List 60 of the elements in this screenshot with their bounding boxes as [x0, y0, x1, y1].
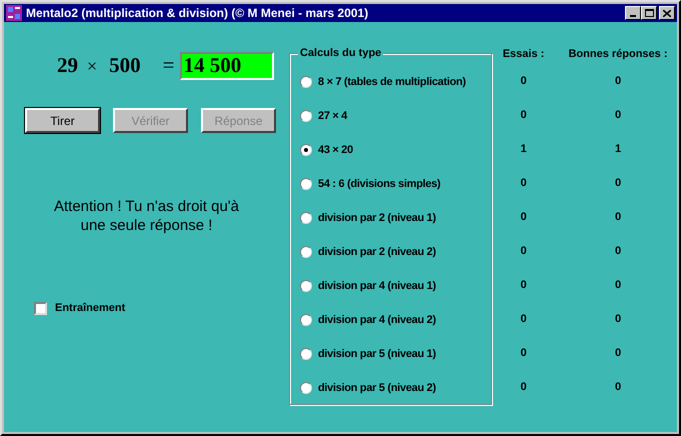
correct-count: 0 — [614, 346, 622, 361]
column-header: Bonnes réponses : — [567, 47, 669, 62]
correct-count: 0 — [614, 278, 622, 293]
radio-option[interactable]: division par 2 (niveau 2) — [300, 235, 436, 269]
radio-option[interactable]: division par 2 (niveau 1) — [300, 201, 436, 235]
tries-count: 0 — [519, 74, 528, 89]
operand: 29 — [57, 52, 78, 80]
correct-count: 0 — [614, 312, 622, 327]
radio-button[interactable] — [300, 246, 312, 258]
radio-option[interactable]: 8 × 7 (tables de multiplication) — [300, 65, 466, 99]
window-title: Mentalo2 (multiplication & division) (© M Menei - mars 2001) — [26, 5, 370, 22]
radio-button[interactable] — [300, 280, 312, 292]
operand: 500 — [109, 52, 141, 80]
push-button[interactable]: Tirer — [25, 108, 100, 133]
correct-count: 0 — [614, 176, 622, 191]
tries-count: 0 — [519, 244, 528, 259]
close-icon — [663, 10, 671, 16]
tries-count: 0 — [519, 312, 528, 327]
group-title: Calculs du type — [298, 46, 384, 60]
radio-button[interactable] — [300, 110, 312, 122]
radio-option[interactable]: division par 4 (niveau 1) — [300, 269, 436, 303]
correct-count: 0 — [614, 108, 622, 123]
radio-button[interactable] — [300, 348, 312, 360]
tries-count: 0 — [519, 108, 528, 123]
checkbox[interactable] — [34, 302, 47, 315]
training-checkbox[interactable]: Entraînement — [34, 300, 126, 316]
correct-count: 0 — [614, 244, 622, 259]
radio-button[interactable] — [300, 76, 312, 88]
close-button[interactable] — [659, 6, 675, 20]
tries-count: 0 — [519, 278, 528, 293]
correct-count: 0 — [614, 210, 622, 225]
correct-count: 0 — [614, 74, 622, 89]
radio-option[interactable]: division par 4 (niveau 2) — [300, 303, 436, 337]
radio-option[interactable]: division par 5 (niveau 2) — [300, 371, 436, 405]
answer-field[interactable]: 14 500 — [180, 52, 274, 80]
radio-button[interactable] — [300, 212, 312, 224]
radio-button[interactable] — [300, 314, 312, 326]
minimize-button[interactable] — [625, 6, 641, 20]
maximize-button[interactable] — [641, 6, 657, 20]
tries-count: 0 — [519, 176, 528, 191]
app-icon — [6, 5, 22, 21]
radio-option[interactable]: 27 × 4 — [300, 99, 348, 133]
radio-option[interactable]: 54 : 6 (divisions simples) — [300, 167, 440, 201]
operator: × — [87, 54, 98, 78]
maximize-icon — [644, 9, 654, 17]
equals-sign: = — [162, 52, 174, 80]
correct-count: 0 — [614, 380, 622, 395]
radio-option[interactable]: division par 5 (niveau 1) — [300, 337, 436, 371]
tries-count: 0 — [519, 380, 528, 395]
radio-button[interactable] — [300, 382, 312, 394]
tries-count: 0 — [519, 346, 528, 361]
tries-count: 1 — [519, 142, 528, 157]
tries-count: 0 — [519, 210, 528, 225]
radio-button[interactable] — [300, 144, 312, 156]
correct-count: 1 — [614, 142, 622, 157]
minimize-icon — [630, 15, 636, 17]
radio-button[interactable] — [300, 178, 312, 190]
radio-option[interactable]: 43 × 20 — [300, 133, 353, 167]
column-header: Essais : — [502, 47, 546, 62]
warning-message: Attention ! Tu n'as droit qu'à une seule réponse ! — [52, 197, 240, 235]
